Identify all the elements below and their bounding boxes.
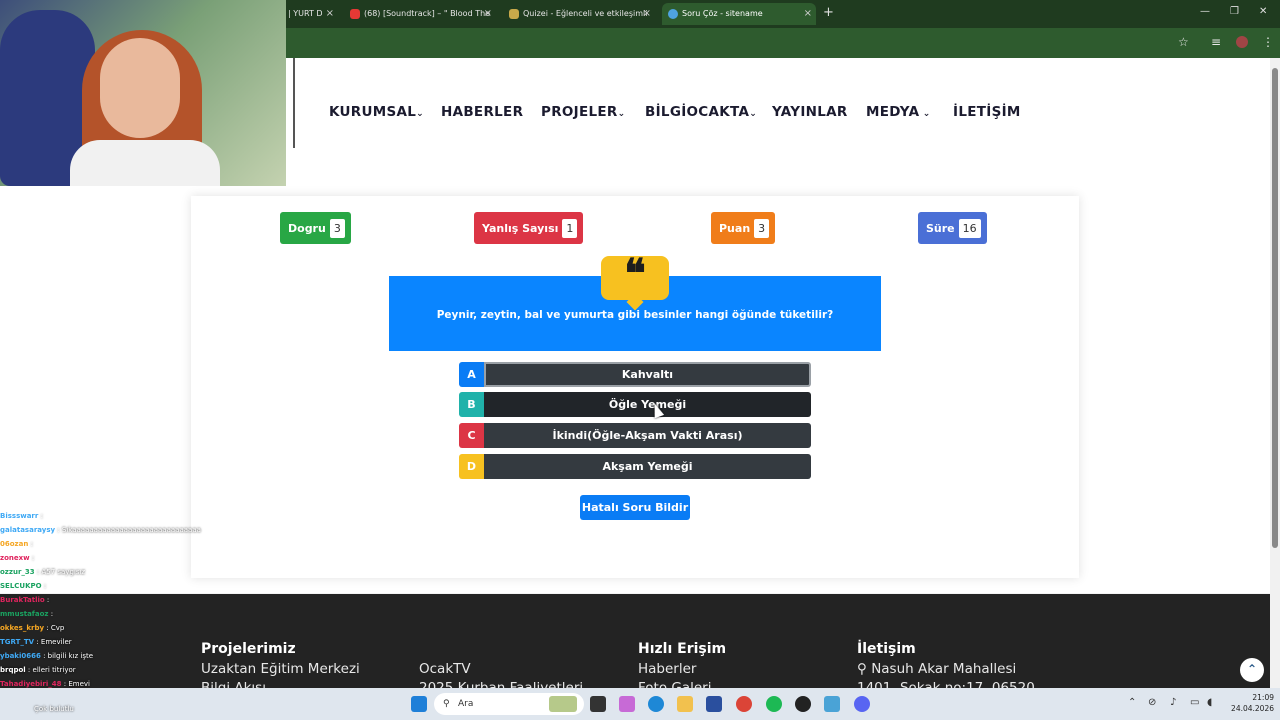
clock-date: 24.04.2026 xyxy=(1231,704,1274,713)
nav-projeler[interactable]: PROJELER⌄ xyxy=(541,104,625,120)
logo-divider xyxy=(293,58,295,148)
footer-link[interactable]: OcakTV xyxy=(419,661,471,677)
close-tab-icon[interactable]: × xyxy=(484,3,492,25)
tab-title: (68) [Soundtrack] – " Blood The xyxy=(364,9,491,18)
chat-message: ozzur_33 : A57 saygısız xyxy=(0,568,86,576)
correct-count-badge: Dogru 3 xyxy=(280,212,351,244)
volume-icon[interactable]: ◖ xyxy=(1207,697,1212,708)
option-c-button[interactable]: İkindi(Öğle-Akşam Vakti Arası) xyxy=(484,423,811,448)
tab-title: Quizei - Eğlenceli ve etkileşimli xyxy=(523,9,648,18)
chat-message: galatasaraysy : Sıkaaaaaaaaaaaaaaaaaaaaa… xyxy=(0,526,201,534)
browser-tab[interactable]: Quizei - Eğlenceli ve etkileşimli × xyxy=(503,3,655,25)
tab-title: Soru Çöz - sitename xyxy=(682,9,763,18)
chat-message: Bissswarr : xyxy=(0,512,43,520)
footer-quick-title: Hızlı Erişim xyxy=(638,641,727,657)
obs-icon[interactable] xyxy=(795,696,811,712)
windows-taskbar xyxy=(0,688,1280,720)
widget-icon[interactable] xyxy=(549,696,577,712)
quote-icon: ❝ xyxy=(624,250,646,297)
report-question-button[interactable]: Hatalı Soru Bildir xyxy=(580,495,690,520)
chat-message: ybaki0666 : bilgili kız işte xyxy=(0,652,94,660)
chat-message: TGRT_TV : Emeviler xyxy=(0,638,72,646)
quote-badge: ❝ xyxy=(601,250,669,311)
chat-message: brqpol : elleri titriyor xyxy=(0,666,76,674)
footer-link[interactable]: Haberler xyxy=(638,661,696,677)
taskbar-clock[interactable]: 21:09 24.04.2026 xyxy=(1222,692,1274,714)
scroll-to-top-button[interactable]: ⌃ xyxy=(1240,658,1264,682)
close-tab-icon[interactable]: × xyxy=(643,3,651,25)
nav-bilgiocakta[interactable]: BİLGİOCAKTA⌄ xyxy=(645,104,757,120)
microphone-icon[interactable]: ♪ xyxy=(1170,697,1176,708)
youtube-icon xyxy=(350,9,360,19)
chat-message: zonexw : xyxy=(0,554,35,562)
quiz-site-icon xyxy=(509,9,519,19)
scrollbar-thumb[interactable] xyxy=(1272,68,1278,548)
address-bar-area xyxy=(286,28,1280,58)
edge-icon[interactable] xyxy=(648,696,664,712)
score-badge: Puan 3 xyxy=(711,212,776,244)
chat-message: mmustafaoz : xyxy=(0,610,54,618)
footer-address: ⚲ Nasuh Akar Mahallesi xyxy=(857,661,1017,677)
task-view-icon[interactable] xyxy=(590,696,606,712)
option-letter-b: B xyxy=(459,392,484,417)
new-tab-button[interactable]: + xyxy=(823,5,834,20)
spotify-icon[interactable] xyxy=(766,696,782,712)
app-icon[interactable] xyxy=(824,696,840,712)
site-favicon-icon xyxy=(668,9,678,19)
browser-tab[interactable]: (68) [Soundtrack] – " Blood The × xyxy=(344,3,496,25)
profile-avatar-icon[interactable] xyxy=(1236,36,1248,48)
webcam-person-shirt xyxy=(70,140,220,186)
nav-kurumsal[interactable]: KURUMSAL⌄ xyxy=(329,104,424,120)
chat-message: Tahadiyebiri_48 : Emevi xyxy=(0,680,90,688)
chat-message: okkes_krby : Cvp xyxy=(0,624,65,632)
minimize-icon[interactable]: — xyxy=(1200,6,1210,17)
menu-icon[interactable]: ⋮ xyxy=(1262,35,1274,49)
option-letter-a: A xyxy=(459,362,484,387)
browser-tab-active[interactable]: Soru Çöz - sitename × xyxy=(662,3,816,25)
copilot-icon[interactable] xyxy=(619,696,635,712)
close-tab-icon[interactable]: × xyxy=(804,3,812,25)
store-icon[interactable] xyxy=(706,696,722,712)
network-off-icon[interactable]: ⊘ xyxy=(1148,697,1156,708)
streamer-webcam xyxy=(0,0,286,186)
reading-list-icon[interactable]: ≡ xyxy=(1211,35,1221,49)
chat-message: BurakTatlio : xyxy=(0,596,50,604)
nav-haberler[interactable]: HABERLER xyxy=(441,104,523,120)
option-letter-d: D xyxy=(459,454,484,479)
footer-contact-title: İletişim xyxy=(857,641,916,657)
bookmark-star-icon[interactable]: ☆ xyxy=(1178,35,1189,49)
option-d-button[interactable]: Akşam Yemeği xyxy=(484,454,811,479)
tab-title: | YURT D xyxy=(288,9,323,18)
browser-tab[interactable]: | YURT D × xyxy=(286,3,338,25)
chat-message: SELCUKPO : xyxy=(0,582,47,590)
close-tab-icon[interactable]: × xyxy=(326,3,334,25)
timer-badge: Süre 16 xyxy=(918,212,987,244)
discord-icon[interactable] xyxy=(854,696,870,712)
close-window-icon[interactable]: ✕ xyxy=(1259,6,1267,17)
search-icon: ⚲ xyxy=(443,699,450,709)
nav-iletisim[interactable]: İLETİŞİM xyxy=(953,104,1021,120)
option-b-button[interactable]: Öğle Yemeği xyxy=(484,392,811,417)
map-pin-icon: ⚲ xyxy=(857,661,867,677)
wrong-count-badge: Yanlış Sayısı 1 xyxy=(474,212,584,244)
question-text: Peynir, zeytin, bal ve yumurta gibi besi… xyxy=(436,309,834,321)
chrome-icon[interactable] xyxy=(736,696,752,712)
chat-message: Çok bulutlu xyxy=(34,705,74,713)
nav-yayinlar[interactable]: YAYINLAR xyxy=(772,104,848,120)
tray-chevron-icon[interactable]: ⌃ xyxy=(1128,697,1136,708)
nav-medya[interactable]: MEDYA ⌄ xyxy=(866,104,931,120)
windows-start-icon[interactable] xyxy=(411,696,427,712)
monitor-icon[interactable]: ▭ xyxy=(1190,697,1199,708)
clock-time: 21:09 xyxy=(1252,693,1274,702)
option-a-button[interactable]: Kahvaltı xyxy=(484,362,811,387)
file-explorer-icon[interactable] xyxy=(677,696,693,712)
option-letter-c: C xyxy=(459,423,484,448)
maximize-icon[interactable]: ❐ xyxy=(1230,6,1239,17)
webcam-person-face xyxy=(100,38,180,138)
chat-message: 06ozan : xyxy=(0,540,33,548)
